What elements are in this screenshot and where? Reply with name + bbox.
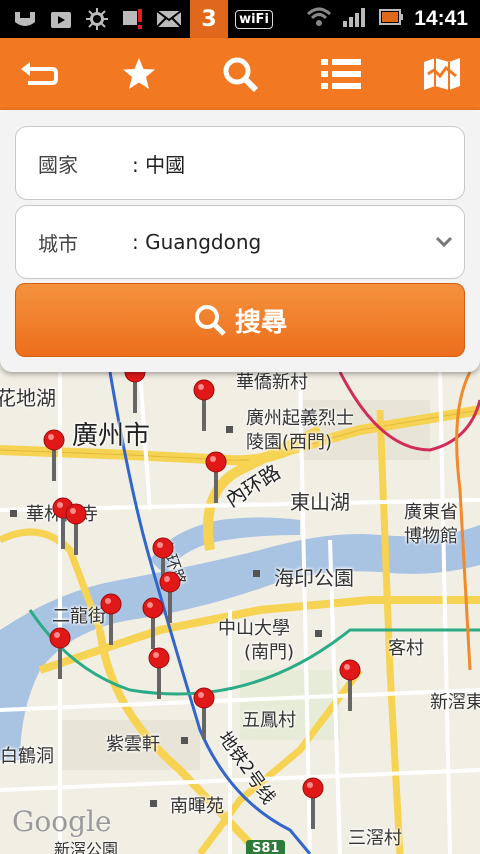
map-pin[interactable] bbox=[205, 451, 227, 503]
map-button[interactable] bbox=[418, 50, 466, 98]
usb-icon bbox=[10, 7, 40, 31]
map-label: 中山大學 bbox=[218, 618, 290, 639]
favorites-button[interactable] bbox=[115, 50, 163, 98]
map-pin[interactable] bbox=[302, 777, 324, 829]
mail-icon bbox=[154, 7, 184, 31]
chevron-down-icon[interactable] bbox=[424, 236, 464, 248]
map-label: (南門) bbox=[244, 642, 295, 663]
clock: 14:41 bbox=[414, 7, 468, 30]
alert-icon bbox=[118, 7, 148, 31]
wifi-signal-icon bbox=[306, 6, 332, 32]
map-label: 紫雲軒 bbox=[106, 734, 160, 755]
wifi-badge-icon: wiFi bbox=[234, 7, 274, 31]
map-pin[interactable] bbox=[49, 627, 71, 679]
search-icon bbox=[223, 57, 259, 93]
list-icon bbox=[321, 59, 361, 89]
country-label: 國家 bbox=[38, 152, 78, 177]
map-label: 廣州市 bbox=[72, 421, 151, 451]
map-pin[interactable] bbox=[65, 503, 87, 555]
map-label: 南暉苑 bbox=[170, 796, 224, 817]
map-label: 海印公園 bbox=[274, 566, 354, 590]
map-icon bbox=[424, 58, 460, 90]
map-pin[interactable] bbox=[100, 593, 122, 645]
country-value: : 中國 bbox=[132, 152, 186, 177]
map-label: 廣州起義烈士 bbox=[246, 408, 354, 429]
toolbar bbox=[0, 38, 480, 110]
back-icon bbox=[21, 62, 58, 85]
map-pin[interactable] bbox=[142, 597, 164, 649]
map-label: 五鳳村 bbox=[242, 710, 296, 731]
map-pin[interactable] bbox=[193, 379, 215, 431]
search-button[interactable]: 搜尋 bbox=[15, 283, 465, 357]
map-label: 陵園(西門) bbox=[246, 432, 333, 453]
map-pin[interactable] bbox=[339, 659, 361, 711]
media-icon bbox=[46, 7, 76, 31]
status-bar: 3 wiFi 14:41 bbox=[0, 0, 480, 38]
city-label: 城市 bbox=[38, 231, 78, 256]
search-icon bbox=[194, 305, 226, 336]
battery-icon bbox=[378, 6, 404, 32]
map-label: 客村 bbox=[388, 638, 424, 659]
city-field[interactable]: 城市 : Guangdong bbox=[15, 205, 465, 279]
map-label: 花地湖 bbox=[0, 386, 56, 410]
map-pin[interactable] bbox=[43, 429, 65, 481]
map-label: 廣東省 bbox=[404, 502, 458, 523]
map-label: 博物館 bbox=[404, 526, 458, 547]
map-label: 二龍街 bbox=[52, 606, 106, 627]
map-label: 東山湖 bbox=[290, 490, 350, 514]
map-label: 三滘村 bbox=[348, 828, 402, 849]
highway-shield: S81 bbox=[246, 840, 286, 854]
carrier-icon: 3 bbox=[190, 0, 228, 38]
map-label: 白鶴洞 bbox=[0, 746, 54, 767]
map-label: 新滘公園 bbox=[54, 840, 119, 854]
favorite-star-icon bbox=[123, 58, 155, 89]
google-logo: Google bbox=[12, 805, 112, 838]
list-button[interactable] bbox=[317, 50, 365, 98]
back-button[interactable] bbox=[14, 50, 62, 98]
map-label: 新滘東 bbox=[430, 692, 480, 713]
map-pin[interactable] bbox=[193, 687, 215, 739]
search-toolbar-button[interactable] bbox=[216, 50, 264, 98]
country-field[interactable]: 國家 : 中國 bbox=[15, 126, 465, 200]
search-panel: 國家 : 中國 城市 : Guangdong 搜尋 bbox=[0, 110, 480, 372]
city-value: : Guangdong bbox=[132, 230, 262, 254]
debug-icon bbox=[82, 7, 112, 31]
cell-signal-icon bbox=[342, 6, 368, 32]
search-button-label: 搜尋 bbox=[234, 307, 287, 338]
map-pin[interactable] bbox=[148, 647, 170, 699]
